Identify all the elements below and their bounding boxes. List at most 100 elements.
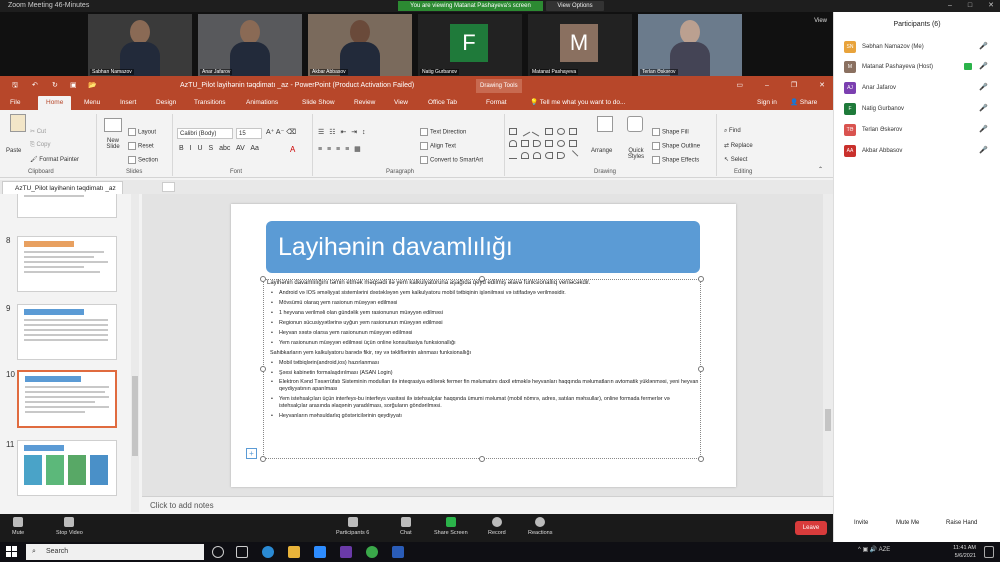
format-painter-button[interactable]: 🖌 Format Painter bbox=[30, 156, 79, 163]
windows-start-icon[interactable] bbox=[6, 546, 18, 558]
rectangle-shape-icon[interactable] bbox=[509, 128, 517, 135]
video-tile[interactable]: Anar Jafarov bbox=[198, 14, 302, 76]
line-shape-icon[interactable] bbox=[531, 126, 543, 137]
rectangle-shape-icon[interactable] bbox=[569, 140, 577, 147]
slide-thumbnail-selected[interactable] bbox=[17, 370, 117, 428]
minimize-icon[interactable]: – bbox=[765, 76, 769, 96]
participant-row[interactable]: AJ Anar Jafarov 🎤 bbox=[844, 81, 994, 95]
share-screen-button[interactable]: Share Screen bbox=[434, 517, 468, 536]
participants-button[interactable]: Participants 6 bbox=[336, 517, 369, 536]
copy-button[interactable]: ⎘ Copy bbox=[30, 142, 50, 149]
shape-outline-button[interactable]: Shape Outline bbox=[652, 142, 700, 150]
participant-row[interactable]: TƏ Terlan Əskərov 🎤 bbox=[844, 123, 994, 137]
tell-me-search[interactable]: 💡 Tell me what you want to do... bbox=[530, 96, 625, 110]
text-direction-button[interactable]: Text Direction bbox=[420, 128, 466, 136]
resize-handle[interactable] bbox=[260, 366, 266, 372]
close-icon[interactable]: ✕ bbox=[819, 76, 825, 96]
taskbar-search[interactable]: ⌕ Search bbox=[26, 544, 204, 560]
video-tile[interactable]: Akbar Abbasov bbox=[308, 14, 412, 76]
shapes-gallery[interactable] bbox=[509, 126, 581, 162]
task-view-icon[interactable] bbox=[236, 546, 248, 558]
select-button[interactable]: ↖ Select bbox=[724, 156, 747, 163]
new-tab-button[interactable] bbox=[162, 182, 175, 192]
font-size-select[interactable]: 15 bbox=[236, 128, 262, 139]
font-format-buttons[interactable]: B I U S abc AV Aa bbox=[179, 145, 259, 152]
participant-row[interactable]: F Natig Gurbanov 🎤 bbox=[844, 102, 994, 116]
oval-shape-icon[interactable] bbox=[557, 128, 565, 135]
tab-insert[interactable]: Insert bbox=[120, 96, 136, 110]
document-tab[interactable]: AzTU_Pilot layihənin təqdimatı _az bbox=[2, 181, 123, 194]
raise-hand-button[interactable]: Raise Hand bbox=[946, 520, 977, 526]
rectangle-shape-icon[interactable] bbox=[545, 140, 553, 147]
tab-office-tab[interactable]: Office Tab bbox=[428, 96, 457, 110]
language-indicator[interactable]: AZE bbox=[879, 547, 891, 553]
paste-icon[interactable] bbox=[10, 114, 26, 132]
chrome-icon[interactable] bbox=[366, 546, 378, 558]
close-icon[interactable]: ✕ bbox=[988, 0, 994, 12]
cut-button[interactable]: ✂ Cut bbox=[30, 128, 46, 135]
word-icon[interactable] bbox=[392, 546, 404, 558]
rectangle-shape-icon[interactable] bbox=[521, 140, 529, 147]
resize-handle[interactable] bbox=[698, 456, 704, 462]
mute-me-button[interactable]: Mute Me bbox=[896, 520, 919, 526]
rectangle-shape-icon[interactable] bbox=[545, 128, 553, 135]
chat-button[interactable]: Chat bbox=[400, 517, 412, 536]
redo-icon[interactable]: ↻ bbox=[52, 76, 58, 96]
save-icon[interactable]: 🖫 bbox=[12, 76, 18, 96]
tab-home[interactable]: Home bbox=[38, 96, 72, 110]
bracket-shape-icon[interactable] bbox=[545, 152, 553, 159]
minimize-icon[interactable]: – bbox=[948, 0, 952, 12]
notes-pane[interactable]: Click to add notes bbox=[142, 496, 833, 514]
edge-icon[interactable] bbox=[262, 546, 274, 558]
convert-smartart-button[interactable]: Convert to SmartArt bbox=[420, 156, 483, 164]
slide-thumbnail[interactable] bbox=[17, 440, 117, 496]
shape-fill-button[interactable]: Shape Fill bbox=[652, 128, 689, 136]
ppt-window-controls[interactable]: ▭ – ❐ ✕ bbox=[736, 76, 825, 96]
view-options-button[interactable]: View Options bbox=[546, 1, 604, 11]
align-buttons[interactable]: ≡ ≡ ≡ ≡ ▦ bbox=[318, 145, 361, 153]
notifications-icon[interactable] bbox=[984, 546, 994, 558]
resize-handle[interactable] bbox=[260, 276, 266, 282]
slide-title[interactable]: Layihənin davamlılığı bbox=[266, 221, 700, 273]
open-icon[interactable]: 📂 bbox=[88, 76, 97, 96]
teams-icon[interactable] bbox=[340, 546, 352, 558]
leave-button[interactable]: Leave bbox=[795, 521, 827, 535]
tab-format[interactable]: Format bbox=[486, 96, 507, 110]
stop-video-button[interactable]: Stop Video bbox=[56, 517, 83, 536]
shape-effects-button[interactable]: Shape Effects bbox=[652, 156, 699, 164]
file-explorer-icon[interactable] bbox=[288, 546, 300, 558]
star-shape-icon[interactable] bbox=[567, 150, 579, 161]
arrange-button[interactable]: Arrange bbox=[591, 148, 612, 154]
taskbar-clock[interactable]: 11:41 AM 5/6/2021 bbox=[953, 544, 976, 560]
grow-font-icon[interactable]: A⁺ A⁻ ⌫ bbox=[266, 128, 296, 136]
slide-thumbnail[interactable] bbox=[17, 304, 117, 360]
curve-shape-icon[interactable] bbox=[533, 152, 541, 159]
new-slide-button[interactable]: New Slide bbox=[100, 138, 126, 150]
thumbnail-scrollbar[interactable] bbox=[131, 194, 139, 512]
mute-button[interactable]: Mute bbox=[12, 517, 24, 536]
bracket-shape-icon[interactable] bbox=[557, 152, 565, 159]
record-button[interactable]: Record bbox=[488, 517, 506, 536]
ribbon-display-icon[interactable]: ▭ bbox=[736, 76, 743, 96]
tab-animations[interactable]: Animations bbox=[246, 96, 278, 110]
curve-shape-icon[interactable] bbox=[521, 152, 529, 159]
cortana-icon[interactable] bbox=[212, 546, 224, 558]
start-from-beginning-icon[interactable]: ▣ bbox=[70, 76, 77, 96]
participant-row[interactable]: AA Akbar Abbasov 🎤 bbox=[844, 144, 994, 158]
font-name-select[interactable]: Calibri (Body) bbox=[177, 128, 233, 139]
arrange-icon[interactable] bbox=[597, 116, 613, 132]
paste-button[interactable]: Paste bbox=[6, 148, 21, 154]
participant-row[interactable]: SN Səbhan Namazov (Me) 🎤 bbox=[844, 40, 994, 54]
arrow-shape-icon[interactable] bbox=[533, 140, 541, 147]
slide-thumbnail[interactable] bbox=[17, 236, 117, 292]
slide-thumbnail[interactable] bbox=[17, 194, 117, 218]
tab-view[interactable]: View bbox=[394, 96, 408, 110]
resize-handle[interactable] bbox=[479, 456, 485, 462]
system-tray[interactable]: ^ ▣ 🔊 AZE bbox=[858, 546, 890, 553]
undo-icon[interactable]: ↶ bbox=[32, 76, 38, 96]
resize-handle[interactable] bbox=[260, 456, 266, 462]
find-button[interactable]: ⌕ Find bbox=[724, 128, 741, 135]
replace-button[interactable]: ⇄ Replace bbox=[724, 142, 753, 149]
slide-canvas[interactable]: Layihənin davamlılığı Layihənin davamlıl… bbox=[231, 204, 736, 487]
collapse-ribbon-icon[interactable]: ⌃ bbox=[818, 166, 823, 173]
